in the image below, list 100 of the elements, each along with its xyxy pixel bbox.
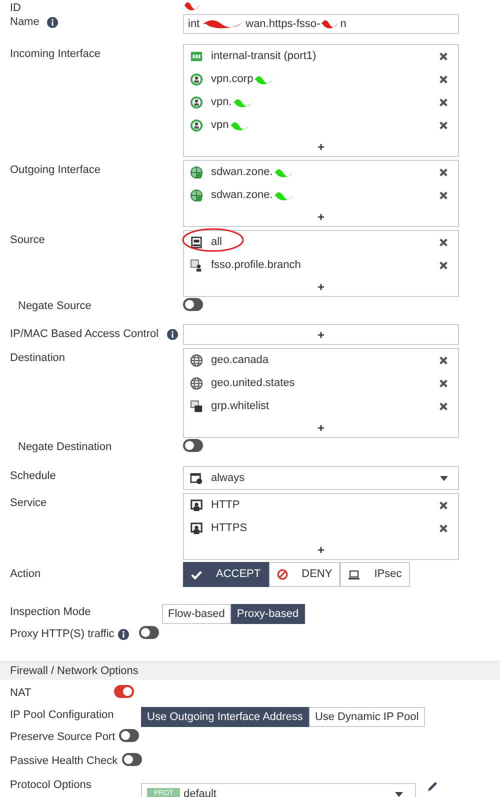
field-label: Passive Health Check: [10, 754, 118, 769]
list-row[interactable]: vpn.: [184, 91, 458, 114]
list-row[interactable]: vpn: [184, 114, 458, 137]
add-button[interactable]: +: [317, 140, 324, 152]
schedule-value: always: [211, 470, 246, 486]
field-label: Source: [10, 233, 45, 248]
close-icon[interactable]: [439, 191, 448, 200]
name-field[interactable]: int wan.https-fsso- n: [183, 14, 459, 34]
list-row[interactable]: all: [184, 231, 458, 254]
list-item[interactable]: vpn.: [211, 94, 232, 111]
close-icon[interactable]: [439, 238, 448, 247]
field-label: Preserve Source Port: [10, 730, 116, 745]
toggle-switch[interactable]: [122, 753, 142, 766]
list-item[interactable]: sdwan.zone.: [211, 187, 273, 204]
globe-icon: [190, 377, 203, 390]
list-row[interactable]: sdwan.zone.: [184, 184, 458, 207]
list-row[interactable]: vpn.corp: [184, 68, 458, 91]
list-item[interactable]: geo.canada: [211, 352, 268, 369]
name-text: wan.https-fsso-: [246, 16, 320, 32]
field-label: Destination: [10, 351, 66, 366]
toggle-switch[interactable]: [119, 729, 140, 742]
list-item[interactable]: all: [211, 234, 222, 251]
field-label: Inspection Mode: [10, 605, 91, 620]
close-icon[interactable]: [439, 356, 448, 365]
field-label: Schedule: [10, 469, 56, 484]
close-icon[interactable]: [439, 168, 448, 177]
segment-option[interactable]: Use Outgoing Interface Address: [141, 707, 309, 727]
segment-option[interactable]: Flow-based: [162, 604, 231, 624]
globe-icon: [190, 166, 203, 179]
person-circle-icon: [190, 96, 203, 109]
prohibited-icon: [276, 569, 288, 580]
section-header: Firewall / Network Options: [0, 661, 500, 680]
list-row[interactable]: HTTP: [184, 494, 458, 517]
close-icon[interactable]: [439, 501, 448, 510]
list-item[interactable]: geo.united.states: [211, 375, 295, 392]
redaction-scribble: [272, 190, 295, 202]
caret-down-icon: [395, 792, 403, 796]
redaction-scribble: [232, 96, 254, 108]
person-circle-icon: [190, 119, 203, 132]
add-button[interactable]: +: [317, 210, 324, 222]
list-row[interactable]: internal-transit (port1): [184, 45, 458, 68]
list-item[interactable]: vpn: [211, 117, 229, 134]
field-label: Service: [10, 496, 47, 511]
close-icon[interactable]: [439, 261, 448, 270]
service-icon: [190, 522, 203, 535]
segment-option[interactable]: Use Dynamic IP Pool: [308, 707, 425, 727]
list-row[interactable]: HTTPS: [184, 517, 458, 540]
segment-option[interactable]: Proxy-based: [230, 604, 305, 624]
list-row[interactable]: fsso.profile.branch: [184, 254, 458, 277]
toggle-switch[interactable]: [139, 626, 160, 639]
close-icon[interactable]: [439, 52, 448, 61]
field-label: Incoming Interface: [10, 47, 100, 62]
redaction-scribble: [228, 120, 251, 132]
list-item[interactable]: grp.whitelist: [211, 398, 270, 415]
action-button[interactable]: IPsec: [340, 562, 410, 587]
field-label: Action: [10, 567, 41, 582]
list-row[interactable]: sdwan.zone.: [184, 161, 458, 184]
list-item[interactable]: HTTPS: [211, 520, 248, 537]
action-button[interactable]: ACCEPT: [183, 562, 269, 587]
toggle-switch[interactable]: [114, 685, 134, 698]
toggle-switch[interactable]: [183, 298, 203, 311]
protocol-value: default: [183, 786, 218, 797]
list-item[interactable]: vpn.corp: [211, 71, 254, 88]
add-button[interactable]: +: [317, 280, 324, 292]
redaction-scribble: [253, 74, 276, 86]
field-label: Negate Source: [18, 299, 92, 314]
close-icon[interactable]: [439, 75, 448, 84]
schedule-dropdown[interactable]: always: [183, 466, 459, 490]
close-icon[interactable]: [439, 98, 448, 107]
list-item[interactable]: sdwan.zone.: [211, 164, 273, 181]
list-row[interactable]: grp.whitelist: [184, 395, 458, 418]
field-label: Name: [10, 15, 40, 30]
list-row[interactable]: geo.canada: [184, 349, 458, 372]
check-icon: [191, 570, 202, 580]
action-button[interactable]: DENY: [268, 562, 340, 587]
close-icon[interactable]: [439, 379, 448, 388]
list-item[interactable]: internal-transit (port1): [211, 48, 316, 65]
add-button[interactable]: +: [317, 422, 324, 434]
toggle-switch[interactable]: [183, 439, 203, 452]
close-icon[interactable]: [439, 402, 448, 411]
field-label: NAT: [10, 686, 32, 701]
field-label: IP Pool Configuration: [10, 708, 114, 723]
name-text: n: [340, 16, 346, 32]
close-icon[interactable]: [439, 524, 448, 533]
field-label: Proxy HTTP(S) traffic: [10, 627, 114, 642]
port-icon: [190, 50, 203, 63]
group-icon: [190, 400, 203, 413]
list-item[interactable]: fsso.profile.branch: [211, 257, 301, 274]
field-label: Protocol Options: [10, 778, 92, 793]
globe-icon: [190, 354, 203, 367]
field-label: Outgoing Interface: [10, 163, 101, 178]
redaction-scribble: [320, 18, 340, 30]
list-row[interactable]: geo.united.states: [184, 372, 458, 395]
close-icon[interactable]: [439, 121, 448, 130]
add-button[interactable]: +: [317, 328, 324, 340]
calendar-clock-icon: [190, 472, 203, 484]
list-item[interactable]: HTTP: [211, 497, 240, 514]
pencil-icon[interactable]: [427, 781, 438, 792]
add-button[interactable]: +: [317, 544, 324, 556]
globe-icon: [190, 189, 203, 202]
